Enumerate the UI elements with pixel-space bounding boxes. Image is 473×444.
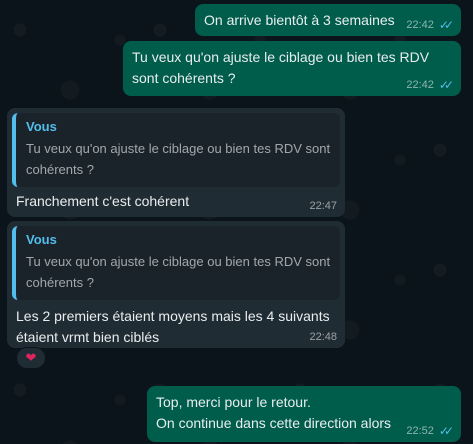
message-time: 22:47: [309, 200, 337, 212]
message-time: 22:48: [309, 331, 337, 343]
message-time: 22:42: [406, 19, 434, 31]
message-outgoing[interactable]: On arrive bientôt à 3 semaines 22:42 ✓✓: [195, 4, 461, 36]
message-outgoing[interactable]: Top, merci pour le retour. On continue d…: [147, 386, 461, 442]
quote-text: Tu veux qu'on ajuste le ciblage ou bien …: [26, 141, 331, 177]
message-meta: 22:42 ✓✓: [406, 78, 454, 92]
double-check-icon: ✓✓: [438, 18, 454, 32]
heart-icon: ❤: [25, 350, 37, 365]
message-text: Franchement c'est cohérent: [16, 193, 190, 209]
quote-author: Vous: [26, 232, 57, 247]
message-meta: 22:47: [309, 199, 337, 213]
quote-text: Tu veux qu'on ajuste le ciblage ou bien …: [26, 254, 331, 290]
double-check-icon: ✓✓: [438, 424, 454, 438]
message-meta: 22:52 ✓✓: [406, 424, 454, 438]
message-text: Les 2 premiers étaient moyens mais les 4…: [16, 308, 330, 345]
message-outgoing[interactable]: Tu veux qu'on ajuste le ciblage ou bien …: [123, 41, 461, 96]
message-incoming[interactable]: Vous Tu veux qu'on ajuste le ciblage ou …: [7, 108, 345, 217]
quoted-message[interactable]: Vous Tu veux qu'on ajuste le ciblage ou …: [12, 226, 340, 300]
message-meta: 22:42 ✓✓: [406, 18, 454, 32]
double-check-icon: ✓✓: [438, 78, 454, 92]
message-time: 22:42: [406, 79, 434, 91]
quote-author: Vous: [26, 119, 57, 134]
message-reaction[interactable]: ❤: [16, 347, 46, 369]
quoted-message[interactable]: Vous Tu veux qu'on ajuste le ciblage ou …: [12, 113, 340, 187]
message-time: 22:52: [406, 425, 434, 437]
message-incoming[interactable]: Vous Tu veux qu'on ajuste le ciblage ou …: [7, 221, 345, 348]
message-meta: 22:48: [309, 330, 337, 344]
